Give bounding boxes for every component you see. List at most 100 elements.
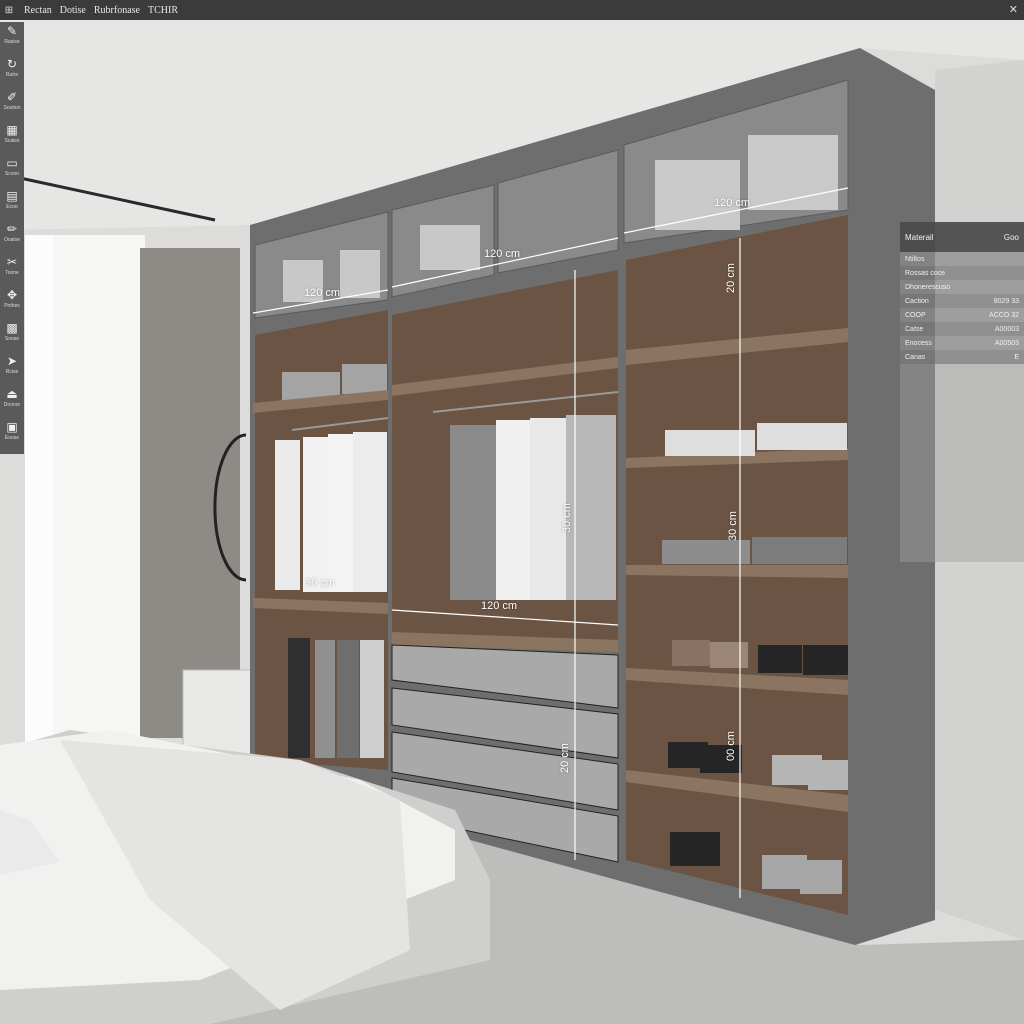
tool-13[interactable]: ▣ Eoose	[0, 420, 24, 453]
material-panel-title: Materail	[905, 232, 934, 242]
material-row-label: Catse	[905, 325, 924, 333]
material-row-value: ACCO 32	[989, 311, 1019, 319]
dim-mid-width: 120 cm	[481, 600, 518, 612]
folded-clothes	[752, 537, 847, 564]
material-row-label: Caction	[905, 297, 929, 305]
shirt	[328, 434, 353, 592]
tool-label: Toone	[5, 270, 19, 276]
tool-8[interactable]: ✂ Toone	[0, 255, 24, 288]
material-row-label: COOP	[905, 311, 926, 319]
dim-top-mid: 120 cm	[484, 248, 521, 260]
monitor-icon: ▭	[6, 156, 18, 170]
tool-7[interactable]: ✏ Ooaloe	[0, 222, 24, 255]
shirt	[275, 440, 300, 590]
tool-label: Soose	[4, 336, 20, 342]
tool-6[interactable]: ▤ Ecoo	[0, 189, 24, 222]
material-row[interactable]: Ntiltos	[900, 252, 1024, 266]
tool-9[interactable]: ✥ Pnthes	[0, 288, 24, 321]
tool-label: Pnthes	[4, 303, 20, 309]
trousers	[360, 640, 384, 758]
menu-item-4[interactable]: TCHIR	[148, 5, 178, 16]
material-row-value: A00503	[994, 339, 1019, 347]
menu-item-1[interactable]: Rectan	[24, 5, 52, 16]
rotate-icon: ↻	[6, 57, 18, 71]
folded-clothes	[665, 430, 755, 456]
app-icon[interactable]: ⊞	[2, 5, 16, 16]
select-icon: ➤	[6, 354, 18, 368]
tool-3[interactable]: ✐ Soution	[0, 90, 24, 123]
pen-icon: ✏	[6, 222, 18, 236]
grid-icon: ▦	[6, 123, 18, 137]
material-row[interactable]: COOP ACCO 32	[900, 308, 1024, 322]
shoe	[670, 832, 720, 866]
material-panel-title-value: Goo	[1003, 232, 1019, 242]
material-panel-header[interactable]: Materail Goo	[900, 222, 1024, 252]
tool-label: Scoon	[4, 171, 20, 177]
folded-clothes	[662, 540, 750, 564]
viewport[interactable]: 120 cm 120 cm 120 cm 20 cm 30 cm 00 cm 2…	[0, 0, 1024, 1024]
dim-top-right: 120 cm	[714, 197, 751, 209]
tool-label: Rasise	[4, 39, 20, 45]
curtain	[140, 248, 240, 738]
material-row-label: Dhonerescuso	[905, 283, 951, 291]
shoe	[803, 645, 848, 675]
tool-label: Eoose	[4, 435, 20, 441]
trousers	[337, 640, 359, 758]
jacket	[450, 425, 498, 600]
menu-bar: ⊞ Rectan Dotise Rubrfonase TCHIR ✕	[0, 0, 1024, 20]
tool-5[interactable]: ▭ Scoon	[0, 156, 24, 189]
material-row-label: Enocess	[905, 339, 932, 347]
tool-12[interactable]: ⏏ Doonor	[0, 387, 24, 420]
tool-11[interactable]: ➤ Rcise	[0, 354, 24, 387]
material-row[interactable]: Catse A00003	[900, 322, 1024, 336]
material-row-label: Rossas coce	[905, 269, 946, 277]
tool-label: Ecoo	[6, 204, 18, 210]
dim-left-hanging: 30 cm	[305, 577, 335, 589]
shirt	[353, 432, 387, 592]
material-row[interactable]: Rossas coce	[900, 266, 1024, 280]
shoe	[710, 642, 748, 668]
tool-label: Doonor	[3, 402, 21, 408]
tool-label: Ooaloe	[3, 237, 21, 243]
dim-center-hanging: 30 cm	[560, 503, 573, 533]
shoe	[672, 640, 710, 666]
dim-right-bottom: 00 cm	[724, 731, 737, 761]
shirt	[566, 415, 616, 600]
pencil-square-icon: ✎	[6, 24, 18, 38]
scissors-icon: ✂	[6, 255, 18, 269]
tool-10[interactable]: ▩ Soose	[0, 321, 24, 354]
storage-box	[655, 160, 740, 230]
material-row-label: Canas	[905, 353, 926, 361]
room-render	[0, 0, 1024, 1024]
tool-1[interactable]: ✎ Rasise	[0, 24, 24, 57]
move-icon: ✥	[6, 288, 18, 302]
stamp-icon: ⏏	[6, 387, 18, 401]
menu-item-3[interactable]: Rubrfonase	[94, 5, 140, 16]
tool-4[interactable]: ▦ Scales	[0, 123, 24, 156]
storage-box	[340, 250, 380, 298]
folded-clothes	[757, 423, 847, 450]
tool-label: Rcise	[5, 369, 19, 375]
storage-box	[420, 225, 480, 270]
shoe	[808, 760, 848, 790]
menu-item-2[interactable]: Dotise	[60, 5, 86, 16]
material-row-value: 8029 33	[993, 297, 1019, 305]
shoe	[758, 645, 802, 673]
material-row-label: Ntiltos	[905, 255, 925, 263]
material-row[interactable]: Canas E	[900, 350, 1024, 364]
material-row-value: E	[1014, 353, 1019, 361]
material-row[interactable]: Dhonerescuso	[900, 280, 1024, 294]
sheer-curtain	[25, 235, 53, 745]
material-row[interactable]: Enocess A00503	[900, 336, 1024, 350]
material-panel: Materail Goo Ntiltos Rossas coce Dhonere…	[900, 222, 1024, 562]
material-row[interactable]: Caction 8029 33	[900, 294, 1024, 308]
dim-top-left: 120 cm	[304, 287, 341, 299]
tool-palette: ✎ Rasise ↻ Rutre ✐ Soution ▦ Scales ▭ Scoon ▤…	[0, 22, 24, 454]
tool-label: Soution	[3, 105, 21, 111]
tool-label: Scales	[4, 138, 20, 144]
close-icon[interactable]: ✕	[1009, 3, 1018, 16]
tool-label: Rutre	[5, 72, 19, 78]
layout-icon: ▤	[6, 189, 18, 203]
dim-center-vertical: 20 cm	[558, 743, 571, 773]
tool-2[interactable]: ↻ Rutre	[0, 57, 24, 90]
